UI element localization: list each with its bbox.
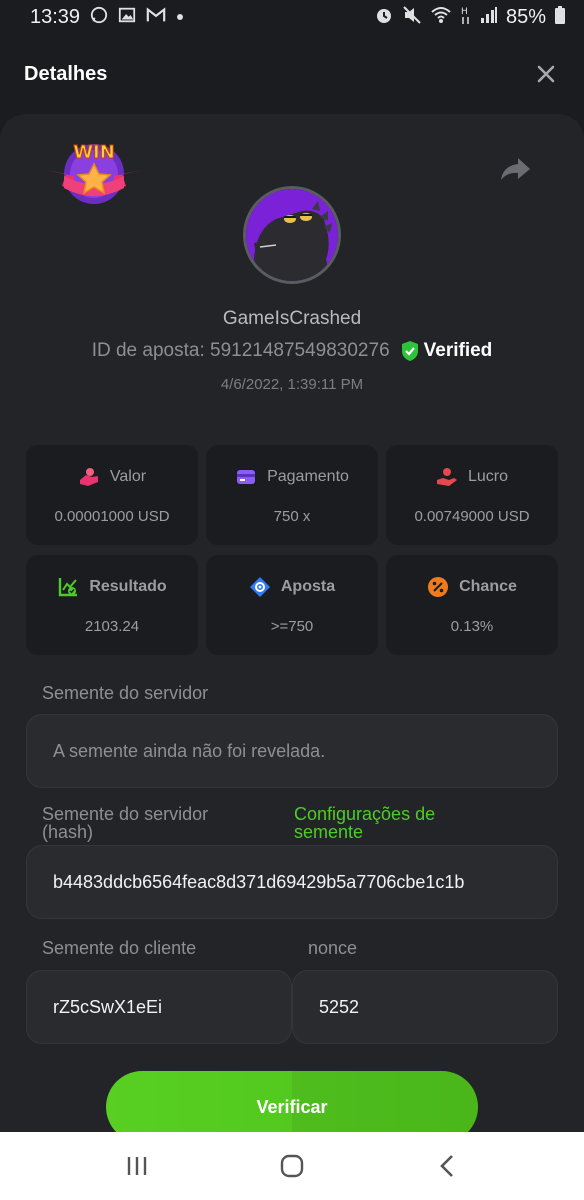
nonce-value: 5252 [319,996,360,1017]
details-header: Detalhes [0,34,584,114]
stat-value: 0.00001000 USD [54,507,170,525]
status-bar: 13:39 H 85% [0,0,584,34]
stat-label: Valor [109,467,147,485]
verified-badge: Verified [400,340,493,362]
shield-check-icon [401,341,418,361]
client-seed-field[interactable]: rZ5cSwX1eEi [26,970,292,1044]
nonce-label: nonce [308,938,358,958]
close-icon [537,65,555,83]
win-badge-icon: WIN [44,134,144,214]
client-seed-label: Semente do cliente [42,938,197,958]
page-title: Detalhes [24,62,108,85]
dot-icon [176,8,184,26]
battery-icon [554,5,566,30]
stat-label: Chance [459,577,517,595]
android-nav-bar [0,1132,584,1200]
coins-icon [79,467,98,486]
win-badge-text: WIN [73,142,115,163]
server-seed-hash-label-line1: Semente do servidor [42,804,209,824]
stat-label: Lucro [467,467,509,485]
stat-card-valor: Valor 0.00001000 USD [26,445,198,545]
home-icon [280,1154,304,1178]
gmail-icon [146,6,166,29]
server-seed-hash-value: b4483ddcb6564feac8d371d69429b5a7706cbe1c… [53,871,465,892]
image-icon [118,6,136,29]
server-seed-placeholder: A semente ainda não foi revelada. [53,740,326,761]
home-button[interactable] [272,1146,312,1186]
share-icon [501,158,530,180]
stat-value: 750 x [273,507,311,525]
mute-icon [402,5,422,30]
bet-timestamp: 4/6/2022, 1:39:11 PM [220,376,364,393]
chart-check-icon [59,577,78,596]
back-icon [439,1155,453,1177]
card-icon [237,469,256,484]
client-seed-value: rZ5cSwX1eEi [53,996,163,1017]
username: GameIsCrashed [222,308,362,329]
stat-label: Resultado [89,577,167,595]
recents-button[interactable] [117,1146,157,1186]
whatsapp-icon [90,6,108,29]
close-button[interactable] [532,60,560,88]
stat-value: 0.13% [450,617,494,635]
seed-settings-line1: Configurações de [294,804,436,824]
stat-card-chance: Chance 0.13% [386,555,558,655]
verified-label: Verified [423,340,493,361]
bet-id-row: ID de aposta: 59121487549830276 Verified [0,340,584,362]
share-button[interactable] [498,152,532,186]
server-seed-hash-field[interactable]: b4483ddcb6564feac8d371d69429b5a7706cbe1c… [26,845,558,919]
stat-value: >=750 [270,617,314,635]
recents-icon [128,1157,147,1175]
server-seed-field[interactable]: A semente ainda não foi revelada. [26,714,558,788]
avatar [243,186,341,284]
hplus-icon: H [460,5,472,30]
verify-button-label: Verificar [256,1096,328,1117]
bet-details-sheet: WIN GameIsCrashed ID de aposta: 59121487… [0,114,584,1132]
profit-hand-icon [436,467,457,486]
alarm-icon [374,5,394,30]
stat-card-pagamento: Pagamento 750 x [206,445,378,545]
stat-label: Pagamento [267,467,349,485]
stat-value: 0.00749000 USD [414,507,530,525]
seed-settings-link[interactable]: Configurações de semente [294,805,435,841]
battery-percent: 85% [505,5,546,28]
stat-card-aposta: Aposta >=750 [206,555,378,655]
server-seed-hash-label: Semente do servidor (hash) [42,805,208,841]
signal-icon [480,6,498,29]
stat-card-lucro: Lucro 0.00749000 USD [386,445,558,545]
status-time: 13:39 [30,5,81,28]
stat-card-resultado: Resultado 2103.24 [26,555,198,655]
server-seed-hash-label-line2: (hash) [42,822,94,842]
stat-label: Aposta [280,577,336,595]
bet-id: ID de aposta: 59121487549830276 [91,340,390,361]
nonce-field[interactable]: 5252 [292,970,558,1044]
stats-grid: Valor 0.00001000 USD Pagamento 750 x Luc… [26,445,558,655]
svg-text:H: H [461,7,468,17]
percent-icon [428,576,449,597]
seed-settings-line2: semente [294,822,364,842]
target-diamond-icon [249,576,270,597]
stat-value: 2103.24 [84,617,140,635]
wifi-icon [430,6,452,29]
verify-button[interactable]: Verificar [106,1071,478,1132]
server-seed-label: Semente do servidor [42,683,209,703]
back-button[interactable] [427,1146,467,1186]
